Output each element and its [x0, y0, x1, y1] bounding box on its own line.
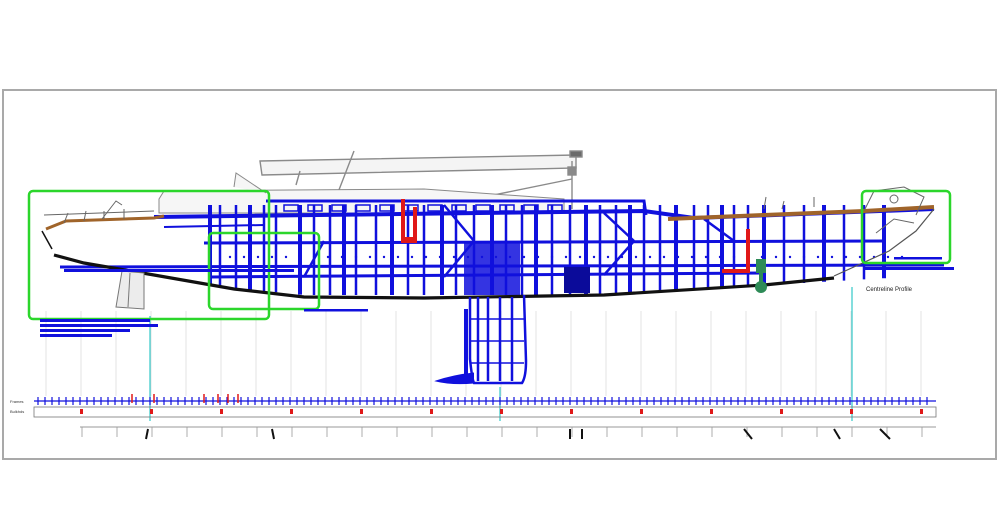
fastener-dot [536, 255, 540, 259]
fastener-dot [410, 255, 414, 259]
fastener-dot [774, 255, 778, 259]
fastener-dot [648, 255, 652, 259]
fastener-dot [606, 255, 610, 259]
bulkhead-marker [220, 409, 223, 414]
fastener-dot [718, 255, 722, 259]
tank-block [564, 267, 590, 293]
ruler-top-label: Frames [10, 399, 24, 404]
fastener-dot [592, 255, 596, 259]
fastener-dot [564, 255, 568, 259]
fastener-dot [662, 255, 666, 259]
fastener-dot [788, 255, 792, 259]
fastener-dot [452, 255, 456, 259]
drawing-frame: Centreline Profile Frames Bulkhds [2, 89, 997, 460]
bulkhead-marker [290, 409, 293, 414]
fastener-dot [690, 255, 694, 259]
fastener-dot [620, 255, 624, 259]
fastener-dot [676, 255, 680, 259]
ship-profile-drawing: Centreline Profile Frames Bulkhds [10, 150, 954, 440]
ruler-bottom-label: Bulkhds [10, 409, 24, 414]
fastener-dot [382, 255, 386, 259]
ruler-ticks [37, 394, 928, 414]
fastener-dot [312, 255, 316, 259]
fastener-dot [326, 255, 330, 259]
fastener-dot [732, 255, 736, 259]
bulkhead-marker [640, 409, 643, 414]
frame-ruler: Frames Bulkhds [10, 394, 937, 440]
bulkhead-marker [80, 409, 83, 414]
fastener-dot [844, 255, 848, 259]
fastener-dot [396, 255, 400, 259]
fastener-dot [830, 255, 834, 259]
fastener-dot [256, 255, 260, 259]
view-label: Centreline Profile [866, 287, 913, 293]
fastener-dot [242, 255, 246, 259]
bulkhead-marker [500, 409, 503, 414]
fastener-dot [340, 255, 344, 259]
fastener-dot [494, 255, 498, 259]
bulkhead-marker [150, 409, 153, 414]
fastener-dot [424, 255, 428, 259]
bulkhead-marker [430, 409, 433, 414]
fastener-dot [466, 255, 470, 259]
engine-block [464, 241, 520, 295]
fastener-dot [634, 255, 638, 259]
fastener-dot [368, 255, 372, 259]
fastener-dot [298, 255, 302, 259]
fastener-dot [228, 255, 232, 259]
fastener-dot [760, 255, 764, 259]
fastener-dot [550, 255, 554, 259]
bulkhead-marker [710, 409, 713, 414]
keel-fin [434, 294, 528, 385]
fastener-dot [480, 255, 484, 259]
lower-grid [81, 427, 923, 437]
fastener-dot [522, 255, 526, 259]
bulkhead-marker [850, 409, 853, 414]
bulkhead-marker [570, 409, 573, 414]
fastener-dot [508, 255, 512, 259]
fastener-dot [270, 255, 274, 259]
fastener-dot [354, 255, 358, 259]
bulkhead-marker [780, 409, 783, 414]
stern-appendage [115, 270, 145, 310]
fastener-dot [438, 255, 442, 259]
fastener-dot [802, 255, 806, 259]
fastener-dot [704, 255, 708, 259]
fastener-dot [816, 255, 820, 259]
fastener-dot [886, 255, 890, 259]
tween-deck-girder [203, 239, 885, 245]
fastener-dot [578, 255, 582, 259]
bulkhead-marker [920, 409, 923, 414]
bulkhead-marker [360, 409, 363, 414]
fastener-dot [284, 255, 288, 259]
